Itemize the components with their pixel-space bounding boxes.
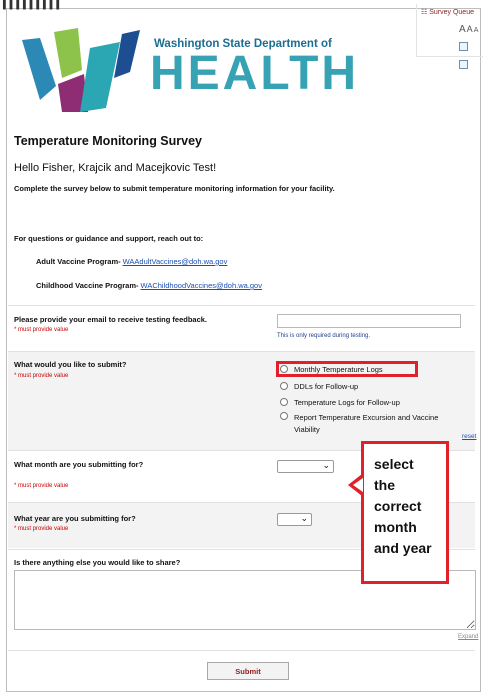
email-hint: This is only required during testing. bbox=[277, 333, 371, 339]
month-required-note: * must provide value bbox=[14, 483, 69, 489]
divider bbox=[8, 351, 475, 352]
zoom-out-icon[interactable] bbox=[459, 60, 468, 69]
greeting: Hello Fisher, Krajcik and Macejkovic Tes… bbox=[14, 162, 217, 174]
submit-button[interactable]: Submit bbox=[207, 662, 289, 680]
font-size-controls: AAA bbox=[459, 24, 479, 35]
expand-link[interactable]: Expand bbox=[458, 634, 478, 640]
font-size-medium[interactable]: A bbox=[467, 24, 473, 34]
child-program-label: Childhood Vaccine Program- bbox=[36, 281, 139, 290]
font-size-large[interactable]: A bbox=[459, 24, 466, 35]
month-select[interactable]: ⌄ bbox=[277, 460, 334, 473]
instruction-callout: select the correct month and year bbox=[361, 441, 449, 584]
share-question-label: Is there anything else you would like to… bbox=[14, 558, 181, 567]
adult-contact: Adult Vaccine Program- WAAdultVaccines@do… bbox=[36, 257, 227, 266]
child-contact: Childhood Vaccine Program- WAChildhoodVac… bbox=[36, 281, 262, 290]
radio-circle[interactable] bbox=[280, 382, 288, 391]
radio-report-temperature-excursion[interactable]: Report Temperature Excursion and Vaccine… bbox=[280, 412, 464, 436]
survey-queue-button[interactable]: ☷ Survey Queue bbox=[421, 8, 474, 16]
callout-text: select the correct month and year bbox=[374, 456, 432, 556]
month-question-label: What month are you submitting for? bbox=[14, 460, 144, 469]
year-question-label: What year are you submitting for? bbox=[14, 514, 136, 523]
adult-program-label: Adult Vaccine Program- bbox=[36, 257, 121, 266]
radio-circle[interactable] bbox=[280, 398, 288, 407]
header-tools: ☷ Survey Queue AAA bbox=[416, 4, 483, 69]
doh-logo-icon bbox=[22, 28, 140, 112]
radio-temperature-logs-follow-up[interactable]: Temperature Logs for Follow-up bbox=[280, 398, 400, 407]
email-question-label: Please provide your email to receive tes… bbox=[14, 315, 207, 324]
submit-question-label: What would you like to submit? bbox=[14, 360, 127, 369]
callout-pointer-inner bbox=[353, 478, 363, 492]
adult-email-link[interactable]: WAAdultVaccines@doh.wa.gov bbox=[123, 257, 228, 266]
list-icon: ☷ bbox=[421, 9, 430, 16]
year-required-note: * must provide value bbox=[14, 526, 69, 532]
radio-ddls-follow-up[interactable]: DDLs for Follow-up bbox=[280, 382, 358, 391]
reset-link[interactable]: reset bbox=[462, 433, 476, 440]
radio-circle[interactable] bbox=[280, 412, 288, 421]
page-title: Temperature Monitoring Survey bbox=[14, 134, 202, 148]
zoom-in-icon[interactable] bbox=[459, 42, 468, 51]
top-edge-marks: ▐▐▐▐▐▐▐▐▐▐ bbox=[0, 0, 60, 9]
highlight-box bbox=[276, 361, 418, 377]
chevron-down-icon: ⌄ bbox=[322, 460, 330, 470]
support-heading: For questions or guidance and support, r… bbox=[14, 234, 204, 243]
divider bbox=[8, 305, 475, 306]
survey-description: Complete the survey below to submit temp… bbox=[14, 184, 335, 193]
submit-required-note: * must provide value bbox=[14, 373, 69, 379]
zoom-controls bbox=[459, 38, 483, 74]
logo-health-text: HEALTH bbox=[150, 47, 360, 100]
year-select[interactable]: ⌄ bbox=[277, 513, 312, 526]
font-size-small[interactable]: A bbox=[474, 27, 479, 34]
email-required-note: * must provide value bbox=[14, 327, 69, 333]
child-email-link[interactable]: WAChildhoodVaccines@doh.wa.gov bbox=[141, 281, 262, 290]
chevron-down-icon: ⌄ bbox=[300, 513, 308, 523]
divider bbox=[8, 650, 475, 651]
email-input[interactable] bbox=[277, 314, 461, 328]
